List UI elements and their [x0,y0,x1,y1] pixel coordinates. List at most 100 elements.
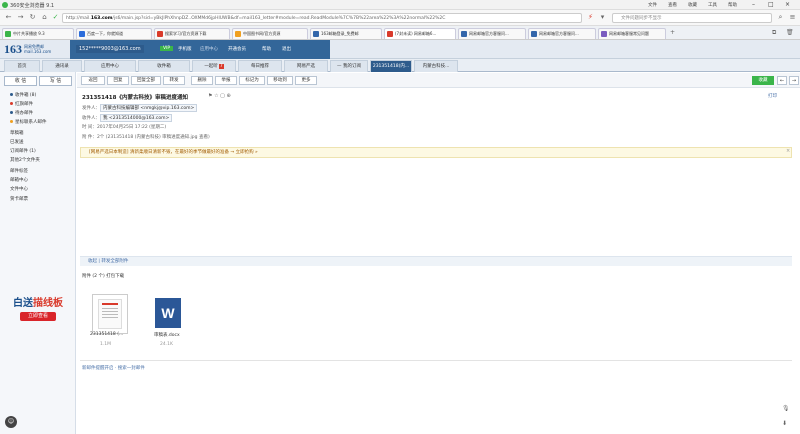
folder-item-todo[interactable]: 待办邮件 [10,110,33,116]
mobile-link[interactable]: 手机版 [178,46,192,52]
folder-item-inbox[interactable]: 收件箱 (8) [10,92,36,98]
refresh-icon[interactable]: ↻ [28,13,37,22]
tab-subscribe[interactable]: — 我的订阅 [330,60,368,72]
search-icon[interactable]: ⌕ [776,13,785,22]
divider [80,360,792,361]
mail-toolbar: 返回 回复 回复全部 转发 删除 举报 标记为 移动到 更多 收藏 ← → ⚙ [77,73,800,88]
report-button[interactable]: 举报 [215,76,237,85]
more-button[interactable]: 更多 [295,76,317,85]
trash-icon[interactable]: 🗑 [786,29,794,36]
forward-button[interactable]: 转发 [163,76,185,85]
browser-tab[interactable]: 网易邮箱客服常见问题 [598,28,666,39]
tab-home[interactable]: 首页 [4,60,40,72]
folder-item-mailbox-center[interactable]: 邮箱中心 [10,177,28,183]
folder-item-others[interactable]: 其他2个文件夹 [10,157,40,163]
url-input[interactable]: http://mail.163.com/js6/main.jsp?sid=yBk… [62,13,582,23]
menu-tools[interactable]: 工具 [708,2,717,8]
footer-links[interactable]: 新邮件提醒开启 · 搜索一封邮件 [82,365,145,371]
browser-tab[interactable]: 网易邮箱官方客服问... [528,28,596,39]
vip-link[interactable]: VIP [160,46,174,51]
print-link[interactable]: 打印 [768,93,777,99]
browser-tab[interactable]: 中片共享播放 9.3 [2,28,74,39]
maximize-icon[interactable]: □ [768,1,774,8]
browser-tab[interactable]: 搜索学习/官方资源下载 [154,28,230,39]
mail-sidebar: 收 信 写 信 收件箱 (8) 红旗邮件 待办邮件 星标联系人邮件 草稿箱 已发… [0,72,76,434]
app-center-link[interactable]: 应用中心 [200,46,218,52]
quote-bar[interactable]: 收起 | 转发全部附件 [80,256,792,266]
shield-icon[interactable]: ✓ [51,13,60,22]
reply-button[interactable]: 回复 [107,76,129,85]
folder-item-starred[interactable]: 星标联系人邮件 [10,119,47,125]
user-account[interactable]: 152*****9003@163.com [76,45,144,53]
microphone-icon[interactable]: 🎙 [782,405,790,412]
menu-help[interactable]: 帮助 [728,2,737,8]
folder-item-sent[interactable]: 已发送 [10,139,24,145]
receive-button[interactable]: 收 信 [4,76,37,86]
tab-yanxuan[interactable]: 网易严选 [284,60,328,72]
browser-tab[interactable]: 网易邮箱官方客服问... [458,28,526,39]
folder-item-drafts[interactable]: 草稿箱 [10,130,24,136]
folder-item-flagged[interactable]: 红旗邮件 [10,101,33,107]
prev-mail-button[interactable]: ← [777,76,787,85]
delete-button[interactable]: 删除 [191,76,213,85]
folder-item-tags[interactable]: 邮件标签 [10,168,28,174]
folder-item-file-center[interactable]: 文件中心 [10,186,28,192]
ad-view-button[interactable]: 立即查看 [20,312,56,321]
next-mail-button[interactable]: → [789,76,799,85]
attachment-name[interactable]: 231351418 (... [90,332,123,337]
sender-row: 发件人： 内蒙古科技编辑部 <nmgkj@vip.163.com> [82,104,198,112]
tab-current-mail[interactable]: 231351418(内... [370,60,412,72]
tab-inbox[interactable]: 收件箱 [138,60,190,72]
tab-mail-2[interactable]: 内蒙古科技... [414,60,458,72]
ad-notice-bar[interactable]: [网易严选日本制造] 清新柔顺日清新不毁，在最好的季节做最好的准备 → 立即抢购… [80,147,792,158]
home-icon[interactable]: ⌂ [40,13,49,22]
mark-as-button[interactable]: 标记为 [239,76,265,85]
logout-link[interactable]: 退出 [282,46,291,52]
attachment-name[interactable]: 审稿表.docx [154,332,180,338]
scroll-down-icon[interactable]: ⬇ [782,420,787,427]
search-input[interactable]: 文件问题同步不显示 [612,13,772,23]
reply-all-button[interactable]: 回复全部 [131,76,161,85]
recipient-chip[interactable]: 我 <2313514000@163.com> [100,114,173,122]
collect-button[interactable]: 收藏 [752,76,774,85]
close-notice-icon[interactable]: × [786,148,790,154]
mail-logo[interactable]: 163 [4,42,22,57]
sender-chip[interactable]: 内蒙古科技编辑部 <nmgkj@vip.163.com> [100,104,198,112]
lightning-icon[interactable]: ⚡ [586,13,595,22]
browser-title: 360安全浏览器 9.1 [10,3,55,9]
move-to-button[interactable]: 移动到 [267,76,293,85]
forward-icon[interactable]: → [16,13,25,22]
folder-item-cards[interactable]: 贺卡邮票 [10,196,28,202]
browser-tab[interactable]: 百度一下，你就知道 [76,28,152,39]
assistant-icon[interactable]: ☺ [5,416,17,428]
time-row: 时 间：2017年04月25日 17:22 (星期二) [82,125,167,130]
dropdown-icon[interactable]: ▾ [598,13,607,22]
flag-icon[interactable]: ⚑ ☆ ▢ ⊕ [208,93,231,99]
member-link[interactable]: 开通会员 [228,46,246,52]
tab-listen[interactable]: 一起听 7 [192,60,236,72]
compose-button[interactable]: 写 信 [39,76,72,86]
menu-icon[interactable]: ≡ [788,13,797,22]
tab-list-icon[interactable]: ⧉ [772,29,776,37]
tab-daily[interactable]: 每日推荐 [238,60,282,72]
sidebar-ad[interactable]: 白送描线板 立即查看 [4,294,72,336]
browser-tab[interactable]: 中国图书网/官方资源 [232,28,308,39]
attachment-image-thumb[interactable] [92,294,128,334]
attachments-header[interactable]: 附件 (2 个) 打包下载 [82,273,124,279]
browser-tab[interactable]: 163邮箱登录_免费邮 [310,28,382,39]
back-button[interactable]: 返回 [81,76,105,85]
browser-tab-active[interactable]: (7封未读) 网易邮箱6... [384,28,456,39]
tab-app-center[interactable]: 应用中心 [84,60,136,72]
new-tab-icon[interactable]: + [670,29,675,36]
menu-view[interactable]: 查看 [668,2,677,8]
folder-item-subscription[interactable]: 订阅邮件 (1) [10,148,36,154]
close-icon[interactable]: × [785,1,790,8]
minimize-icon[interactable]: – [752,1,755,8]
back-icon[interactable]: ← [4,13,13,22]
tab-contacts[interactable]: 通讯录 [42,60,82,72]
menu-file[interactable]: 文件 [648,2,657,8]
unread-badge: 7 [218,64,224,69]
help-link[interactable]: 帮助 [262,46,271,52]
menu-favorites[interactable]: 收藏 [688,2,697,8]
word-doc-icon[interactable]: W [150,294,186,334]
